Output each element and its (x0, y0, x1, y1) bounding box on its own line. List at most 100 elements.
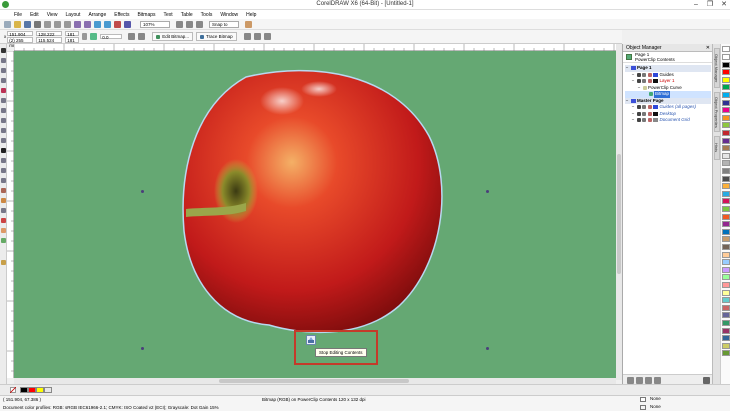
restore-button[interactable]: ❐ (704, 0, 716, 9)
lock-icon[interactable] (647, 79, 652, 84)
text-tool-icon[interactable] (1, 148, 6, 153)
lock-ratio-icon[interactable] (82, 33, 88, 40)
lock-icon[interactable] (647, 72, 652, 77)
height-field[interactable]: 115.524 mm (36, 37, 63, 48)
eye-icon[interactable] (636, 118, 641, 123)
menu-effects[interactable]: Effects (114, 12, 129, 18)
palette-swatch[interactable] (722, 289, 730, 296)
new-master-layer-even-icon[interactable] (654, 376, 661, 384)
document-palette-swatch[interactable] (44, 387, 52, 393)
freehand-tool-icon[interactable] (1, 88, 6, 93)
selection-handle[interactable] (486, 347, 489, 350)
connector-tool-icon[interactable] (1, 178, 6, 183)
document-palette-swatch[interactable] (36, 387, 44, 393)
palette-swatch[interactable] (722, 259, 730, 266)
palette-swatch[interactable] (722, 183, 730, 190)
palette-swatch[interactable] (722, 61, 730, 68)
menu-view[interactable]: View (47, 12, 58, 18)
palette-swatch[interactable] (722, 327, 730, 334)
mirror-vertical-icon[interactable] (138, 33, 146, 40)
new-document-icon[interactable] (4, 20, 11, 28)
y-position-field[interactable]: (2) 255 mm (7, 37, 34, 48)
interactive-fill-tool-icon[interactable] (1, 228, 6, 233)
selection-handle[interactable] (141, 347, 144, 350)
lock-icon[interactable] (647, 105, 652, 110)
print-icon[interactable] (642, 118, 646, 123)
palette-swatch[interactable] (722, 304, 730, 311)
full-screen-icon[interactable] (176, 20, 183, 28)
expand-toggle-icon[interactable]: − (625, 98, 629, 105)
menu-tools[interactable]: Tools (201, 12, 213, 18)
edit-bitmap-button[interactable]: Edit Bitmap... (152, 32, 194, 41)
palette-swatch[interactable] (722, 84, 730, 91)
menu-table[interactable]: Table (181, 12, 193, 18)
zoom-level-select[interactable]: 107% (140, 20, 170, 28)
menu-help[interactable]: Help (246, 12, 256, 18)
palette-swatch[interactable] (722, 335, 730, 342)
palette-swatch[interactable] (722, 297, 730, 304)
print-icon[interactable] (642, 105, 646, 110)
palette-swatch[interactable] (722, 145, 730, 152)
eye-icon[interactable] (636, 105, 641, 110)
minimize-button[interactable]: – (690, 0, 702, 9)
new-master-layer-odd-icon[interactable] (645, 376, 652, 384)
application-launcher-icon[interactable] (124, 20, 131, 28)
palette-swatch[interactable] (722, 228, 730, 235)
open-icon[interactable] (14, 20, 21, 28)
menu-bitmaps[interactable]: Bitmaps (137, 12, 155, 18)
new-layer-icon[interactable] (627, 376, 634, 384)
vertical-ruler[interactable] (7, 51, 14, 378)
vertical-scroll-thumb[interactable] (617, 154, 621, 274)
menu-window[interactable]: Window (220, 12, 238, 18)
apple-bitmap[interactable] (14, 51, 616, 378)
smart-fill-tool-icon[interactable] (1, 98, 6, 103)
mirror-horizontal-icon[interactable] (128, 33, 136, 40)
eyedropper-tool-icon[interactable] (1, 198, 6, 203)
expand-toggle-icon[interactable]: − (625, 65, 629, 72)
expand-toggle-icon[interactable]: − (631, 78, 635, 85)
print-icon[interactable] (642, 79, 646, 84)
palette-swatch[interactable] (722, 175, 730, 182)
import-icon[interactable] (94, 20, 101, 28)
resample-icon[interactable] (253, 33, 261, 40)
palette-swatch[interactable] (722, 266, 730, 273)
save-icon[interactable] (24, 20, 31, 28)
crop-bitmap-icon[interactable] (243, 33, 251, 40)
pick-tool-icon[interactable] (1, 48, 6, 53)
drawing-canvas[interactable] (14, 51, 616, 378)
new-master-layer-icon[interactable] (636, 376, 643, 384)
close-button[interactable]: ✕ (718, 0, 730, 9)
delete-icon[interactable] (703, 376, 710, 384)
table-tool-icon[interactable] (1, 158, 6, 163)
document-palette-swatch[interactable] (28, 387, 36, 393)
width-field[interactable]: 128.222 mm (36, 30, 63, 41)
dimension-tool-icon[interactable] (1, 168, 6, 173)
show-rulers-icon[interactable] (186, 20, 193, 28)
palette-swatch[interactable] (722, 137, 730, 144)
blend-tool-icon[interactable] (1, 188, 6, 193)
snap-to-select[interactable]: Snap to (209, 20, 239, 28)
palette-swatch[interactable] (722, 320, 730, 326)
palette-swatch[interactable] (722, 168, 730, 174)
palette-swatch[interactable] (722, 130, 730, 136)
scale-height-field[interactable]: 181 % (65, 37, 80, 48)
palette-swatch[interactable] (722, 282, 730, 288)
palette-swatch[interactable] (722, 206, 730, 212)
menu-file[interactable]: File (14, 12, 22, 18)
fill-tool-icon[interactable] (1, 218, 6, 223)
palette-swatch[interactable] (722, 244, 730, 250)
rotation-field[interactable]: 0.0 (100, 33, 123, 40)
no-color-swatch[interactable] (10, 387, 16, 393)
redo-icon[interactable] (84, 20, 91, 28)
mesh-fill-tool-icon[interactable] (1, 260, 6, 265)
eye-icon[interactable] (636, 72, 641, 77)
palette-swatch[interactable] (722, 213, 730, 220)
lock-icon[interactable] (647, 111, 652, 116)
stop-editing-contents-button[interactable] (306, 335, 316, 345)
no-fill-swatch[interactable] (722, 46, 730, 52)
options-icon[interactable] (245, 20, 252, 28)
crop-tool-icon[interactable] (1, 68, 6, 73)
print-icon[interactable] (34, 20, 41, 28)
x-position-field[interactable]: 151.904 mm (7, 30, 34, 41)
menu-arrange[interactable]: Arrange (88, 12, 106, 18)
